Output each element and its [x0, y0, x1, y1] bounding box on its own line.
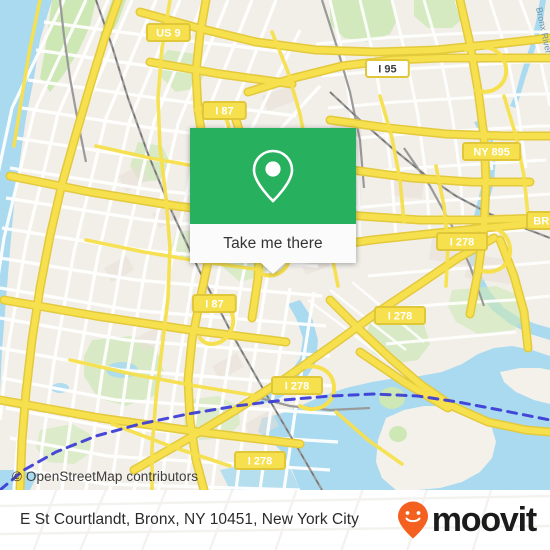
shield-label: I 87 [205, 299, 223, 311]
shield-label: I 278 [248, 456, 272, 468]
footer-bar: E St Courtlandt, Bronx, NY 10451, New Yo… [0, 490, 550, 550]
shield-label: I 278 [388, 311, 412, 323]
moovit-wordmark: moovit [431, 501, 537, 539]
shield-label: NY 895 [473, 147, 510, 159]
shield-label: I 87 [215, 106, 233, 118]
shield-label: BR [533, 216, 549, 228]
place-card-action[interactable]: Take me there [190, 224, 356, 274]
highway-shield-us-9: US 9 [146, 23, 191, 42]
place-address: E St Courtlandt, Bronx, NY 10451, New Yo… [20, 511, 359, 528]
highway-shield-i-87-b: I 87 [192, 294, 237, 313]
highway-shield-i-87-a: I 87 [202, 101, 247, 120]
map-pin-icon [252, 149, 294, 203]
highway-shield-i-278-a: I 278 [436, 232, 488, 251]
highway-shield-i-278-d: I 278 [234, 451, 286, 470]
highway-shield-i-278-b: I 278 [374, 306, 426, 325]
place-popup-card[interactable]: Take me there [190, 128, 356, 274]
shield-label: I 278 [450, 237, 474, 249]
map-screen: US 9 I 95 I 87 NY 895 I 278 BR I 87 I 278 I 278 I… [0, 0, 550, 550]
moovit-pin-icon [397, 501, 428, 539]
highway-shield-brx: BR [526, 211, 550, 230]
card-pointer [261, 263, 285, 274]
shield-label: US 9 [156, 28, 180, 40]
place-card-header [190, 128, 356, 224]
shield-label: I 95 [378, 64, 396, 76]
shield-label: I 278 [285, 381, 309, 393]
moovit-logo[interactable]: moovit [396, 500, 537, 540]
take-me-there-label: Take me there [223, 234, 323, 252]
highway-shield-ny-895: NY 895 [462, 142, 522, 161]
highway-shield-i-95: I 95 [365, 59, 410, 78]
highway-shield-i-278-c: I 278 [271, 376, 323, 395]
